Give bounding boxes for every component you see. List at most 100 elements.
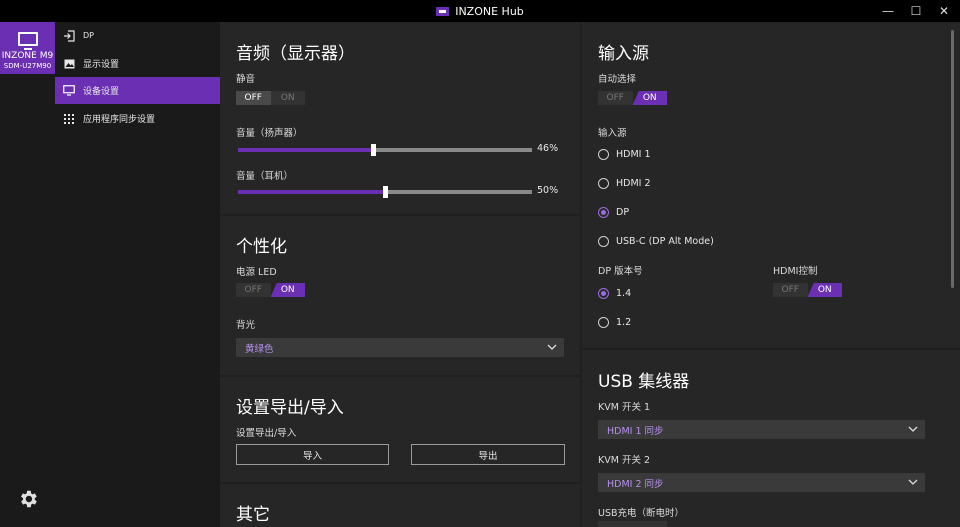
radio-hdmi1[interactable]: HDMI 1 xyxy=(598,149,651,160)
radio-label: HDMI 1 xyxy=(616,149,651,160)
kvm1-dropdown[interactable]: HDMI 1 同步 xyxy=(598,420,925,439)
toggle-on: ON xyxy=(270,91,305,105)
slider-thumb[interactable] xyxy=(371,144,377,156)
input-icon xyxy=(63,29,75,42)
auto-select-toggle[interactable]: OFF ON xyxy=(598,91,667,105)
speaker-volume-value: 46% xyxy=(537,143,559,154)
export-button[interactable]: 导出 xyxy=(411,444,565,465)
inzone-logo-icon xyxy=(436,6,450,16)
radio-dp-1-4[interactable]: 1.4 xyxy=(598,288,631,299)
title-bar: INZONE Hub — ☐ ✕ xyxy=(0,0,960,22)
device-name: INZONE M9 xyxy=(1,51,54,61)
chevron-down-icon xyxy=(908,479,918,485)
radio-label: 1.4 xyxy=(616,288,632,299)
export-import-label: 设置导出/导入 xyxy=(236,428,297,439)
nav-item-device-settings[interactable]: 设备设置 xyxy=(55,77,220,104)
kvm1-value: HDMI 1 同步 xyxy=(607,425,664,437)
power-led-label: 电源 LED xyxy=(236,267,277,278)
nav-item-label: DP xyxy=(83,31,94,40)
toggle-on: ON xyxy=(807,283,842,297)
radio-circle xyxy=(598,236,609,247)
radio-label: HDMI 2 xyxy=(616,178,651,189)
audio-title: 音频（显示器） xyxy=(236,44,355,64)
toggle-off: OFF xyxy=(598,91,633,105)
slider-fill xyxy=(238,148,374,152)
usb-hub-panel: USB 集线器 KVM 开关 1 HDMI 1 同步 KVM 开关 2 HDMI… xyxy=(582,350,960,527)
headphone-volume-label: 音量（耳机） xyxy=(236,171,294,182)
nav-column: DP 显示设置 设备设置 应用程序同步设置 xyxy=(55,22,220,527)
kvm2-dropdown[interactable]: HDMI 2 同步 xyxy=(598,473,925,492)
radio-label: USB-C (DP Alt Mode) xyxy=(616,236,714,247)
app-title-area: INZONE Hub xyxy=(0,0,960,22)
speaker-volume-label: 音量（扬声器） xyxy=(236,128,303,139)
monitor-small-icon xyxy=(63,85,75,97)
input-source-label: 输入源 xyxy=(598,128,627,139)
usb-hub-title: USB 集线器 xyxy=(598,372,690,392)
device-tile[interactable]: INZONE M9 SDM-U27M90 xyxy=(0,22,55,74)
radio-circle xyxy=(598,317,609,328)
close-button[interactable]: ✕ xyxy=(928,0,960,22)
monitor-icon xyxy=(18,32,38,50)
headphone-volume-slider[interactable] xyxy=(238,186,532,198)
grid-icon xyxy=(63,113,75,125)
radio-usbc[interactable]: USB-C (DP Alt Mode) xyxy=(598,236,714,247)
toggle-off: OFF xyxy=(236,91,271,105)
device-column: INZONE M9 SDM-U27M90 xyxy=(0,22,55,527)
power-led-toggle[interactable]: OFF ON xyxy=(236,283,305,297)
radio-circle xyxy=(598,178,609,189)
radio-circle-selected xyxy=(598,207,609,218)
toggle-off: OFF xyxy=(773,283,808,297)
radio-dp-1-2[interactable]: 1.2 xyxy=(598,317,631,328)
nav-item-dp[interactable]: DP xyxy=(55,22,220,49)
auto-select-label: 自动选择 xyxy=(598,74,637,85)
speaker-volume-slider[interactable] xyxy=(238,144,532,156)
kvm1-label: KVM 开关 1 xyxy=(598,402,651,413)
chevron-down-icon xyxy=(547,344,557,350)
nav-item-display-settings[interactable]: 显示设置 xyxy=(55,50,220,77)
nav-item-label: 应用程序同步设置 xyxy=(83,115,156,125)
toggle-off: OFF xyxy=(236,283,271,297)
hdmi-control-label: HDMI控制 xyxy=(773,266,818,277)
audio-panel: 音频（显示器） 静音 OFF ON 音量（扬声器） 46% 音量（耳机） 50% xyxy=(220,22,580,214)
scrollbar[interactable] xyxy=(951,30,954,288)
nav-item-label: 设备设置 xyxy=(83,87,120,97)
mute-toggle[interactable]: OFF ON xyxy=(236,91,305,105)
backlight-dropdown[interactable]: 黄绿色 xyxy=(236,338,564,357)
radio-circle-selected xyxy=(598,288,609,299)
nav-item-app-sync[interactable]: 应用程序同步设置 xyxy=(55,105,220,132)
usb-charge-label: USB充电（断电时） xyxy=(598,508,685,519)
mute-label: 静音 xyxy=(236,74,256,85)
export-import-panel: 设置导出/导入 设置导出/导入 导入 导出 xyxy=(220,377,580,482)
radio-label: DP xyxy=(616,207,630,218)
radio-circle xyxy=(598,149,609,160)
personalization-title: 个性化 xyxy=(236,237,287,257)
backlight-label: 背光 xyxy=(236,320,256,331)
usb-charge-toggle[interactable] xyxy=(598,521,667,527)
radio-hdmi2[interactable]: HDMI 2 xyxy=(598,178,651,189)
nav-item-label: 显示设置 xyxy=(83,60,120,70)
input-source-panel: 输入源 自动选择 OFF ON 输入源 HDMI 1 HDMI 2 DP USB… xyxy=(582,22,960,348)
device-model: SDM-U27M90 xyxy=(3,62,52,70)
kvm2-label: KVM 开关 2 xyxy=(598,455,651,466)
import-button[interactable]: 导入 xyxy=(236,444,389,465)
radio-label: 1.2 xyxy=(616,317,632,328)
backlight-value: 黄绿色 xyxy=(245,343,274,355)
toggle-on: ON xyxy=(270,283,305,297)
input-source-title: 输入源 xyxy=(598,44,649,64)
radio-dp[interactable]: DP xyxy=(598,207,629,218)
gear-icon[interactable] xyxy=(17,488,39,510)
dp-version-label: DP 版本号 xyxy=(598,266,643,277)
image-icon xyxy=(63,58,75,70)
slider-thumb[interactable] xyxy=(383,186,388,198)
toggle-on: ON xyxy=(632,91,667,105)
personalization-panel: 个性化 电源 LED OFF ON 背光 黄绿色 xyxy=(220,216,580,375)
app-title: INZONE Hub xyxy=(455,4,524,18)
kvm2-value: HDMI 2 同步 xyxy=(607,478,664,490)
chevron-down-icon xyxy=(908,426,918,432)
other-title: 其它 xyxy=(236,505,270,525)
slider-fill xyxy=(238,190,385,194)
other-panel: 其它 xyxy=(220,484,580,527)
headphone-volume-value: 50% xyxy=(537,185,559,196)
hdmi-control-toggle[interactable]: OFF ON xyxy=(773,283,842,297)
export-import-title: 设置导出/导入 xyxy=(236,398,344,418)
